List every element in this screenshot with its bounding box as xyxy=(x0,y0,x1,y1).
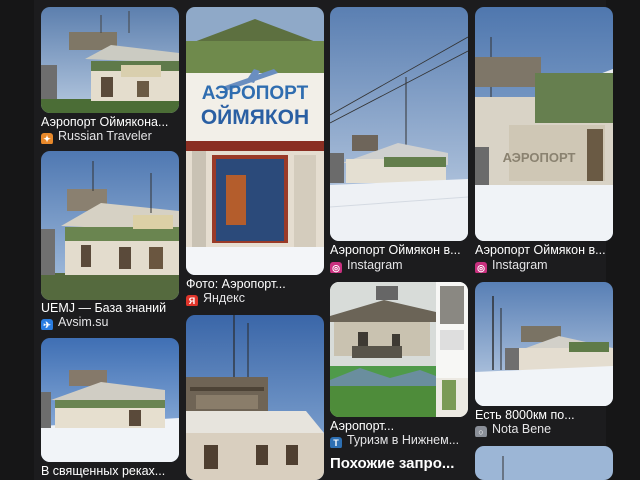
instagram-icon: ◎ xyxy=(475,262,487,273)
result-title[interactable]: Аэропорт... xyxy=(330,419,468,434)
result-source[interactable]: ○ Nota Bene xyxy=(475,422,613,437)
result-title[interactable]: В священных реках... xyxy=(41,464,179,479)
building-sign: АЭРОПОРТ xyxy=(503,150,576,165)
result-title[interactable]: UEMJ — База знаний xyxy=(41,301,179,316)
result-source-name: Instagram xyxy=(347,258,403,272)
image-result-card[interactable]: Аэропорт... T Туризм в Нижнем... xyxy=(330,282,468,448)
image-result-card[interactable] xyxy=(186,315,324,480)
result-title[interactable]: Есть 8000км по... xyxy=(475,408,613,423)
image-result-card[interactable]: Есть 8000км по... ○ Nota Bene xyxy=(475,282,613,440)
result-title[interactable]: Аэропорт Оймякона... xyxy=(41,115,179,130)
result-title[interactable]: Фото: Аэропорт... xyxy=(186,277,324,292)
image-result-card[interactable]: В священных реках... xyxy=(41,338,179,480)
result-source-name: Instagram xyxy=(492,258,548,272)
result-source[interactable]: ✈ Avsim.su xyxy=(41,315,179,330)
sign-line-1: АЭРОПОРТ xyxy=(202,83,309,104)
result-thumbnail[interactable]: АЭРОПОРТ ОЙМЯКОН xyxy=(186,7,324,275)
result-source-name: Russian Traveler xyxy=(58,129,152,143)
russian-traveler-icon: ✦ xyxy=(41,133,53,144)
result-thumbnail[interactable]: АЭРОПОРТ xyxy=(475,7,613,241)
result-thumbnail[interactable] xyxy=(475,446,613,480)
result-source[interactable]: Я Яндекс xyxy=(186,291,324,306)
result-thumbnail[interactable] xyxy=(41,338,179,462)
result-thumbnail[interactable] xyxy=(41,7,179,113)
result-source-name: Nota Bene xyxy=(492,422,552,436)
result-thumbnail[interactable] xyxy=(41,151,179,300)
image-result-card[interactable]: UEMJ — База знаний ✈ Avsim.su xyxy=(41,151,179,330)
result-thumbnail[interactable] xyxy=(330,7,468,241)
result-source[interactable]: ◎ Instagram xyxy=(475,258,613,273)
image-result-card[interactable]: АЭРОПОРТ ОЙМЯКОН Фото: Аэропорт... Я Янде… xyxy=(186,7,324,307)
sign-line-2: ОЙМЯКОН xyxy=(201,105,309,129)
related-searches-heading: Похожие запро... xyxy=(330,455,455,472)
result-thumbnail[interactable] xyxy=(475,282,613,406)
image-result-card[interactable]: Аэропорт Оймякон в... ◎ Instagram xyxy=(330,7,468,275)
tourism-icon: T xyxy=(330,437,342,448)
result-source[interactable]: T Туризм в Нижнем... xyxy=(330,433,468,448)
result-source[interactable]: ✦ Russian Traveler xyxy=(41,129,179,144)
result-title[interactable]: Аэропорт Оймякон в... xyxy=(475,243,613,258)
yandex-icon: Я xyxy=(186,295,198,306)
result-thumbnail[interactable] xyxy=(186,315,324,480)
plane-icon: ✈ xyxy=(41,319,53,330)
nota-bene-icon: ○ xyxy=(475,426,487,437)
result-source-name: Туризм в Нижнем... xyxy=(347,433,460,447)
result-source[interactable]: ◎ Instagram xyxy=(330,258,468,273)
result-source-name: Яндекс xyxy=(203,291,246,305)
image-result-card[interactable]: АЭРОПОРТ Аэропорт Оймякон в... ◎ Instagra… xyxy=(475,7,613,275)
image-result-card[interactable]: Аэропорт Оймякона... ✦ Russian Traveler xyxy=(41,7,179,144)
left-margin xyxy=(0,0,34,480)
result-source-name: Avsim.su xyxy=(58,315,109,329)
result-title[interactable]: Аэропорт Оймякон в... xyxy=(330,243,468,258)
image-result-card[interactable] xyxy=(475,446,613,480)
result-thumbnail[interactable] xyxy=(330,282,468,417)
instagram-icon: ◎ xyxy=(330,262,342,273)
